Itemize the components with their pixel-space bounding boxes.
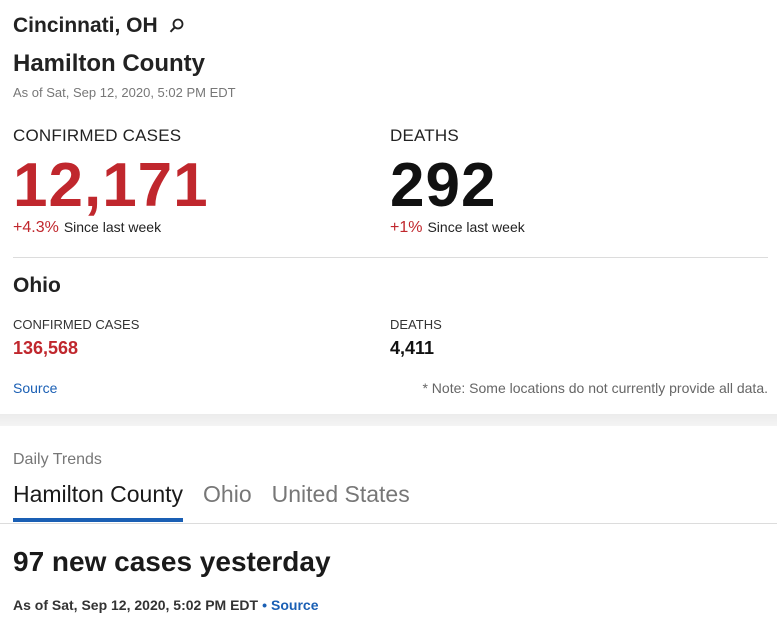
trend-as-of-text: As of Sat, Sep 12, 2020, 5:02 PM EDT bbox=[13, 597, 259, 613]
confirmed-cases-change: +4.3% Since last week bbox=[13, 219, 161, 237]
state-deaths-label: DEATHS bbox=[390, 317, 442, 332]
location-row: Cincinnati, OH bbox=[13, 14, 186, 38]
daily-trends-label: Daily Trends bbox=[13, 451, 102, 468]
tabs-underline bbox=[0, 523, 777, 524]
deaths-value: 292 bbox=[390, 151, 497, 220]
state-confirmed-value: 136,568 bbox=[13, 338, 79, 358]
state-deaths-value: 4,411 bbox=[390, 338, 435, 358]
as-of-timestamp: As of Sat, Sep 12, 2020, 5:02 PM EDT bbox=[13, 85, 236, 100]
trends-tabs: Hamilton County Ohio United States bbox=[13, 481, 410, 522]
tab-united-states[interactable]: United States bbox=[272, 481, 410, 522]
card-separator bbox=[0, 414, 777, 426]
source-link[interactable]: Source bbox=[13, 380, 57, 396]
state-title: Ohio bbox=[13, 274, 61, 297]
tab-hamilton-county[interactable]: Hamilton County bbox=[13, 481, 184, 522]
location-title: Cincinnati, OH bbox=[13, 14, 158, 37]
trend-headline: 97 new cases yesterday bbox=[13, 546, 331, 577]
confirmed-cases-value: 12,171 bbox=[13, 151, 209, 220]
deaths-change-percent: +1% bbox=[390, 219, 423, 236]
trend-source-link[interactable]: Source bbox=[271, 597, 318, 613]
county-title: Hamilton County bbox=[13, 50, 205, 77]
covid-stats-card: Cincinnati, OH Hamilton County As of Sat… bbox=[0, 0, 777, 414]
deaths-change-suffix: Since last week bbox=[427, 219, 525, 235]
state-confirmed-label: CONFIRMED CASES bbox=[13, 317, 140, 332]
separator-dot: • bbox=[262, 597, 268, 613]
confirmed-change-percent: +4.3% bbox=[13, 219, 59, 236]
confirmed-cases-label: CONFIRMED CASES bbox=[13, 126, 182, 145]
tab-ohio[interactable]: Ohio bbox=[203, 481, 252, 522]
section-divider bbox=[13, 257, 768, 258]
deaths-change: +1% Since last week bbox=[390, 219, 525, 237]
search-icon[interactable] bbox=[168, 17, 186, 35]
data-note: * Note: Some locations do not currently … bbox=[422, 380, 768, 396]
confirmed-change-suffix: Since last week bbox=[63, 219, 162, 235]
trend-as-of: As of Sat, Sep 12, 2020, 5:02 PM EDT • Sou… bbox=[13, 597, 318, 613]
deaths-label: DEATHS bbox=[390, 126, 459, 145]
